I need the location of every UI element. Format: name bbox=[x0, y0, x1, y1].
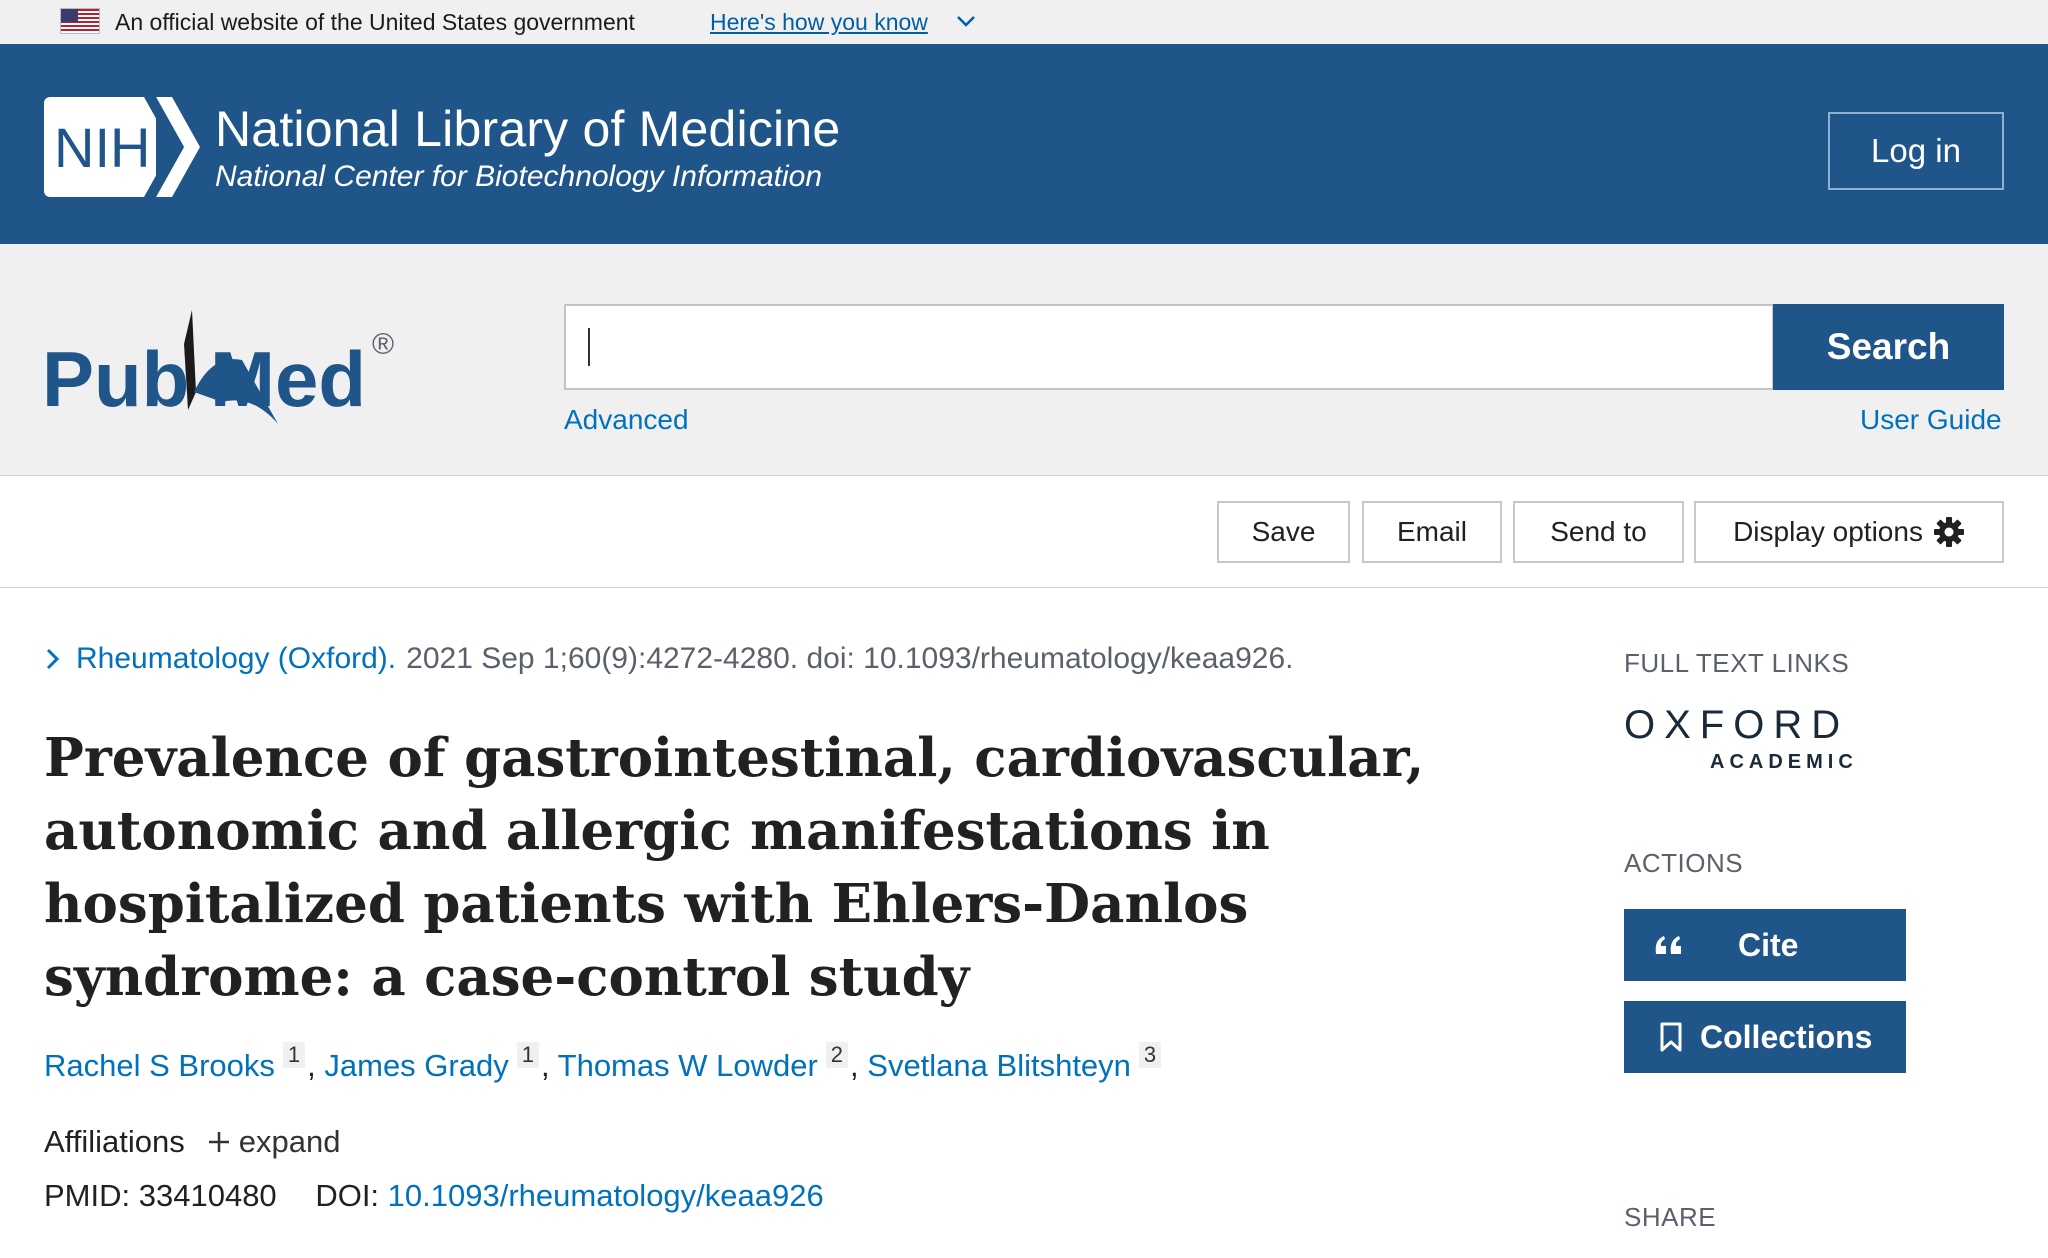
pmid-label: PMID: bbox=[44, 1178, 131, 1213]
svg-text:OXFORD: OXFORD bbox=[1624, 703, 1849, 747]
nih-logo[interactable]: NIH bbox=[44, 97, 200, 197]
gov-banner: An official website of the United States… bbox=[0, 0, 2048, 44]
cite-label: Cite bbox=[1738, 926, 1799, 963]
collections-button[interactable]: Collections bbox=[1624, 1001, 1906, 1073]
article-identifiers: PMID: 33410480 DOI: 10.1093/rheumatology… bbox=[44, 1178, 824, 1214]
svg-text:ACADEMIC: ACADEMIC bbox=[1710, 751, 1858, 773]
text-caret bbox=[588, 328, 590, 366]
us-flag-icon bbox=[60, 8, 100, 34]
search-input[interactable] bbox=[564, 304, 1774, 390]
journal-link[interactable]: Rheumatology (Oxford). bbox=[76, 642, 396, 676]
doi-link[interactable]: 10.1093/rheumatology/keaa926 bbox=[388, 1178, 824, 1213]
email-button[interactable]: Email bbox=[1362, 501, 1502, 563]
oxford-academic-logo[interactable]: OXFORD ACADEMIC bbox=[1622, 702, 1872, 782]
citation-line: Rheumatology (Oxford). 2021 Sep 1;60(9):… bbox=[44, 642, 1293, 676]
collections-label: Collections bbox=[1700, 1018, 1873, 1055]
bookmark-icon bbox=[1660, 1022, 1682, 1052]
author-list: Rachel S Brooks 1, James Grady 1, Thomas W… bbox=[44, 1042, 1163, 1084]
svg-text:Pub: Pub bbox=[42, 335, 189, 423]
share-heading: SHARE bbox=[1624, 1202, 1717, 1232]
nih-title[interactable]: National Library of Medicine bbox=[215, 100, 840, 158]
article-action-bar: Save Email Send to Display options bbox=[0, 476, 2048, 588]
expand-label: expand bbox=[238, 1124, 341, 1159]
author-link[interactable]: Svetlana Blitshteyn bbox=[867, 1048, 1131, 1083]
pmid-value: 33410480 bbox=[138, 1178, 277, 1213]
affiliation-number[interactable]: 2 bbox=[825, 1042, 849, 1068]
gear-icon bbox=[1933, 517, 1964, 547]
affiliations-label: Affiliations bbox=[44, 1124, 185, 1159]
article-title: Prevalence of gastrointestinal, cardiova… bbox=[44, 727, 1425, 1008]
full-text-links-heading: FULL TEXT LINKS bbox=[1624, 648, 1850, 678]
search-area: Pub Med ® Search Advanced User Guide bbox=[0, 244, 2048, 476]
send-to-button[interactable]: Send to bbox=[1513, 501, 1684, 563]
author-link[interactable]: Thomas W Lowder bbox=[558, 1048, 818, 1083]
display-options-button[interactable]: Display options bbox=[1694, 501, 2004, 563]
heres-how-you-know-link[interactable]: Here's how you know bbox=[710, 9, 928, 36]
display-options-label: Display options bbox=[1733, 516, 1923, 547]
affiliation-number[interactable]: 1 bbox=[516, 1042, 539, 1068]
cite-button[interactable]: Cite bbox=[1624, 909, 1906, 981]
chevron-right-icon[interactable] bbox=[44, 647, 62, 671]
svg-text:NIH: NIH bbox=[54, 116, 150, 179]
nih-subtitle: National Center for Biotechnology Inform… bbox=[215, 160, 823, 193]
citation-text: 2021 Sep 1;60(9):4272-4280. doi: 10.1093… bbox=[406, 642, 1294, 675]
plus-icon bbox=[208, 1132, 229, 1152]
expand-affiliations-button[interactable]: expand bbox=[207, 1124, 341, 1160]
chevron-down-icon[interactable] bbox=[955, 10, 977, 32]
author-link[interactable]: James Grady bbox=[324, 1048, 508, 1083]
save-button[interactable]: Save bbox=[1217, 501, 1350, 563]
search-button[interactable]: Search bbox=[1773, 304, 2004, 390]
pubmed-logo[interactable]: Pub Med ® bbox=[42, 294, 412, 424]
affiliations-row: Affiliations expand bbox=[44, 1124, 340, 1160]
nih-header: NIH National Library of Medicine Nationa… bbox=[0, 44, 2048, 244]
doi-label: DOI: bbox=[315, 1178, 380, 1213]
user-guide-link[interactable]: User Guide bbox=[1860, 404, 2002, 436]
advanced-search-link[interactable]: Advanced bbox=[564, 404, 689, 436]
svg-text:®: ® bbox=[372, 328, 394, 361]
gov-banner-text: An official website of the United States… bbox=[115, 9, 635, 35]
affiliation-number[interactable]: 1 bbox=[282, 1042, 306, 1068]
author-link[interactable]: Rachel S Brooks bbox=[44, 1048, 275, 1083]
login-button[interactable]: Log in bbox=[1828, 112, 2004, 190]
quote-icon bbox=[1655, 936, 1681, 954]
actions-heading: ACTIONS bbox=[1624, 848, 1744, 878]
affiliation-number[interactable]: 3 bbox=[1138, 1042, 1162, 1068]
svg-text:Med: Med bbox=[210, 335, 366, 423]
